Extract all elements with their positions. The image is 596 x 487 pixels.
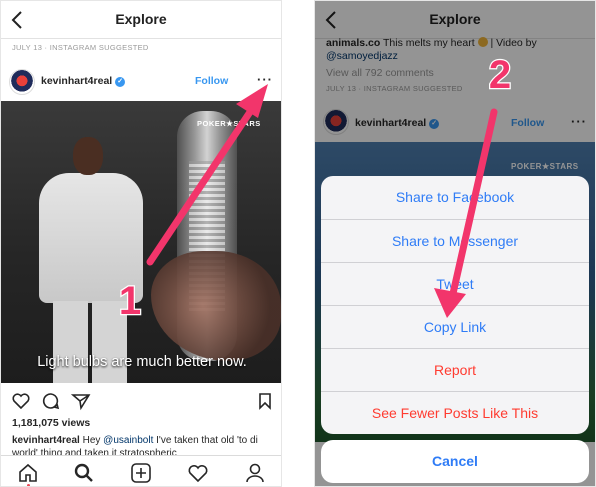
home-icon[interactable] bbox=[17, 462, 39, 484]
share-to-facebook-button[interactable]: Share to Facebook bbox=[321, 176, 589, 219]
left-screen: Explore JULY 13 · INSTAGRAM SUGGESTED ke… bbox=[0, 0, 282, 487]
person-image bbox=[39, 173, 143, 303]
person-head-image bbox=[73, 137, 103, 175]
avatar[interactable] bbox=[9, 69, 35, 95]
verified-badge-icon: ✓ bbox=[115, 77, 126, 87]
suggested-label: JULY 13 · INSTAGRAM SUGGESTED bbox=[12, 43, 149, 52]
add-icon[interactable] bbox=[130, 462, 152, 484]
copy-link-button[interactable]: Copy Link bbox=[321, 305, 589, 348]
video-watermark: POKER★STARS bbox=[197, 119, 261, 128]
caption-mention[interactable]: @usainbolt bbox=[103, 435, 153, 446]
caption-username[interactable]: kevinhart4real bbox=[12, 435, 80, 446]
comment-icon[interactable] bbox=[41, 391, 61, 411]
heart-icon[interactable] bbox=[11, 391, 31, 411]
share-icon[interactable] bbox=[71, 391, 91, 411]
tweet-button[interactable]: Tweet bbox=[321, 262, 589, 305]
more-options-icon[interactable]: ··· bbox=[257, 72, 273, 87]
view-count: 1,181,075 views bbox=[12, 417, 91, 429]
post-username[interactable]: kevinhart4real ✓ bbox=[41, 75, 126, 87]
caption-text: Hey bbox=[79, 435, 104, 446]
video-caption: Light bulbs are much better now. bbox=[37, 354, 247, 370]
share-to-messenger-button[interactable]: Share to Messenger bbox=[321, 219, 589, 262]
action-sheet: Share to Facebook Share to Messenger Twe… bbox=[321, 176, 589, 434]
right-screen: Explore animals.co This melts my heart |… bbox=[314, 0, 596, 487]
search-icon[interactable] bbox=[73, 462, 95, 484]
cancel-button[interactable]: Cancel bbox=[321, 440, 589, 483]
post-actions bbox=[1, 387, 281, 415]
follow-button[interactable]: Follow bbox=[195, 75, 228, 87]
post-video[interactable]: POKER★STARS Light bulbs are much better … bbox=[1, 101, 281, 383]
hand-image bbox=[151, 251, 281, 361]
person-legs-image bbox=[53, 301, 127, 383]
report-button[interactable]: Report bbox=[321, 348, 589, 391]
bookmark-icon[interactable] bbox=[255, 391, 275, 411]
activity-icon[interactable] bbox=[187, 462, 209, 484]
profile-icon[interactable] bbox=[244, 462, 266, 484]
top-nav-bar: Explore bbox=[1, 1, 281, 39]
bottom-tab-bar bbox=[1, 455, 281, 486]
see-fewer-posts-button[interactable]: See Fewer Posts Like This bbox=[321, 391, 589, 434]
page-title: Explore bbox=[115, 11, 167, 27]
